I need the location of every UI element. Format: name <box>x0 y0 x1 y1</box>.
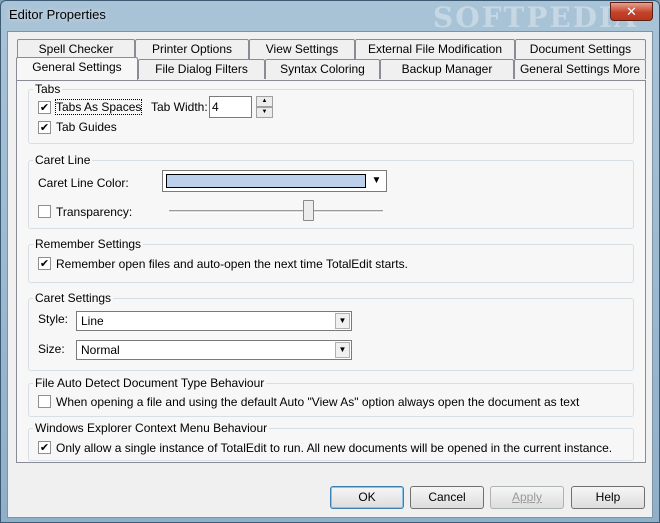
check-icon: ✔ <box>39 101 50 114</box>
tab-guides-label[interactable]: Tab Guides <box>56 120 117 134</box>
tab-external-file-modification[interactable]: External File Modification <box>355 39 515 59</box>
general-settings-panel: Tabs ✔ Tabs As Spaces ✔ Tab Guides Tab W… <box>16 80 646 463</box>
caret-settings-group-title: Caret Settings <box>35 291 112 305</box>
tab-row-bottom: General Settings File Dialog Filters Syn… <box>16 57 646 80</box>
spin-down-button[interactable]: ▼ <box>256 107 273 118</box>
tab-guides-checkbox[interactable]: ✔ <box>38 121 51 134</box>
context-menu-group-title: Windows Explorer Context Menu Behaviour <box>35 421 268 435</box>
caret-size-label: Size: <box>38 342 65 356</box>
tabs-as-spaces-checkbox[interactable]: ✔ <box>38 101 51 114</box>
remember-open-files-label[interactable]: Remember open files and auto-open the ne… <box>56 257 408 271</box>
check-icon: ✔ <box>39 121 50 134</box>
close-icon: ✕ <box>626 4 637 19</box>
tab-general-settings[interactable]: General Settings <box>16 57 138 80</box>
spin-up-icon: ▲ <box>261 98 268 104</box>
tabs-group-title: Tabs <box>35 82 61 96</box>
window-title: Editor Properties <box>9 7 106 22</box>
cancel-button[interactable]: Cancel <box>410 486 484 509</box>
transparency-slider-track[interactable] <box>169 210 383 213</box>
remember-settings-group-title: Remember Settings <box>35 237 142 251</box>
dialog-client: Spell Checker Printer Options View Setti… <box>7 31 653 518</box>
chevron-down-icon: ▼ <box>335 342 350 358</box>
tab-printer-options[interactable]: Printer Options <box>135 39 249 59</box>
editor-properties-window: Editor Properties SOFTPEDIA ✕ Spell Chec… <box>0 0 660 523</box>
tabs-as-spaces-label[interactable]: Tabs As Spaces <box>54 99 143 115</box>
tab-width-label: Tab Width: <box>151 100 208 114</box>
tab-row-top: Spell Checker Printer Options View Setti… <box>16 39 646 59</box>
caret-line-color-picker[interactable]: ▼ <box>162 170 387 192</box>
caret-line-color-label: Caret Line Color: <box>38 176 129 190</box>
chevron-down-icon: ▼ <box>335 313 350 329</box>
chevron-down-icon: ▼ <box>371 175 382 186</box>
single-instance-checkbox[interactable]: ✔ <box>38 441 51 454</box>
single-instance-label[interactable]: Only allow a single instance of TotalEdi… <box>56 441 612 455</box>
check-icon: ✔ <box>39 441 50 454</box>
caret-style-select[interactable]: Line ▼ <box>76 311 352 331</box>
tab-syntax-coloring[interactable]: Syntax Coloring <box>265 59 380 79</box>
spin-down-icon: ▼ <box>261 109 268 115</box>
caret-line-group-title: Caret Line <box>35 153 91 167</box>
tab-file-dialog-filters[interactable]: File Dialog Filters <box>138 59 265 79</box>
remember-open-files-checkbox[interactable]: ✔ <box>38 257 51 270</box>
caret-style-value: Line <box>81 314 104 328</box>
transparency-slider-thumb[interactable] <box>302 200 314 221</box>
caret-style-label: Style: <box>38 312 69 326</box>
caret-size-select[interactable]: Normal ▼ <box>76 340 352 360</box>
close-button[interactable]: ✕ <box>610 2 653 21</box>
help-button[interactable]: Help <box>571 486 645 509</box>
spin-up-button[interactable]: ▲ <box>256 96 273 107</box>
transparency-checkbox[interactable] <box>38 205 51 218</box>
tab-width-input[interactable]: 4 <box>209 96 252 118</box>
watermark: SOFTPEDIA <box>433 1 638 34</box>
auto-detect-label[interactable]: When opening a file and using the defaul… <box>56 395 579 409</box>
tab-width-spinner: ▲ ▼ <box>256 96 273 118</box>
ok-button[interactable]: OK <box>330 486 404 509</box>
caret-size-value: Normal <box>81 343 120 357</box>
check-icon: ✔ <box>39 257 50 270</box>
tab-view-settings[interactable]: View Settings <box>249 39 355 59</box>
tab-document-settings[interactable]: Document Settings <box>515 39 646 59</box>
tab-spell-checker[interactable]: Spell Checker <box>17 39 135 59</box>
apply-button[interactable]: Apply <box>490 486 564 509</box>
auto-detect-checkbox[interactable] <box>38 395 51 408</box>
caret-line-color-swatch <box>166 174 366 188</box>
transparency-label[interactable]: Transparency: <box>56 205 132 219</box>
auto-detect-group-title: File Auto Detect Document Type Behaviour <box>35 376 265 390</box>
tab-backup-manager[interactable]: Backup Manager <box>380 59 514 79</box>
title-bar[interactable]: Editor Properties SOFTPEDIA ✕ <box>1 1 659 34</box>
tab-general-settings-more[interactable]: General Settings More <box>514 59 646 79</box>
